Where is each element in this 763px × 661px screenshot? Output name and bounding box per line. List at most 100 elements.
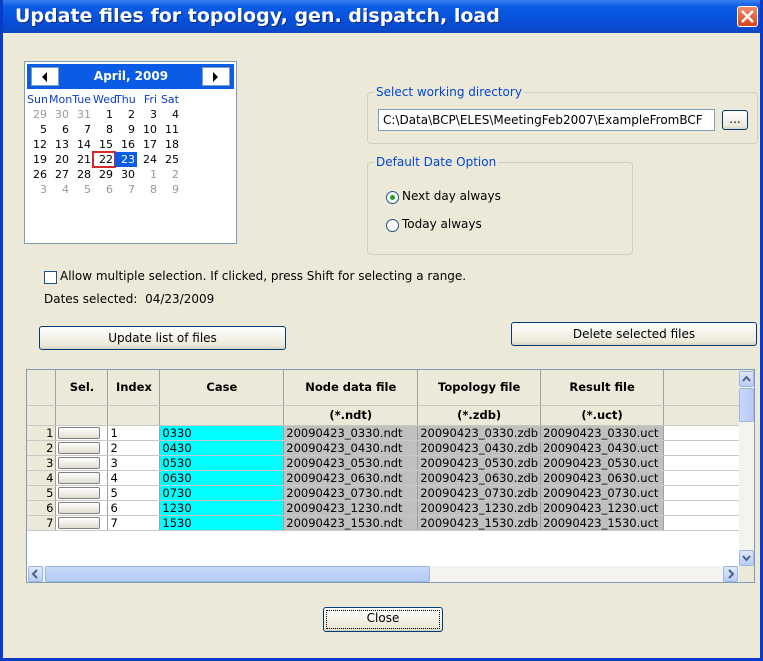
calendar-day[interactable]: 16 — [115, 137, 137, 152]
delete-selected-files-button[interactable]: Delete selected files — [511, 322, 757, 346]
index-cell[interactable]: 2 — [107, 440, 161, 456]
select-cell[interactable] — [55, 515, 109, 531]
row-select-button[interactable] — [58, 516, 101, 529]
table-row[interactable]: 2 2 0430 20090423_0430.ndt 20090423_0430.zdb… — [27, 440, 754, 456]
browse-directory-button[interactable]: ... — [722, 110, 748, 130]
node-data-file-cell[interactable]: 20090423_1230.ndt — [283, 500, 419, 516]
table-row[interactable]: 6 6 1230 20090423_1230.ndt 20090423_1230.zdb… — [27, 500, 754, 516]
scroll-right-button[interactable] — [723, 566, 738, 582]
result-file-cell[interactable]: 20090423_0530.uct — [540, 455, 665, 471]
scroll-up-button[interactable] — [739, 371, 754, 387]
table-row[interactable]: 5 5 0730 20090423_0730.ndt 20090423_0730.zdb… — [27, 485, 754, 501]
calendar-day[interactable]: 2 — [159, 167, 181, 182]
calendar-day[interactable]: 9 — [115, 122, 137, 137]
calendar-day[interactable]: 4 — [49, 182, 71, 197]
update-list-button[interactable]: Update list of files — [39, 326, 286, 350]
calendar-day[interactable]: 6 — [93, 182, 115, 197]
row-select-button[interactable] — [58, 456, 101, 469]
calendar-day[interactable]: 7 — [115, 182, 137, 197]
column-header[interactable]: Result file — [540, 370, 665, 406]
result-file-cell[interactable]: 20090423_0330.uct — [540, 425, 665, 441]
row-select-button[interactable] — [58, 426, 101, 439]
topology-file-cell[interactable]: 20090423_0530.zdb — [417, 455, 542, 471]
files-grid[interactable]: Sel. Index Case Node data file Topology file… — [26, 369, 755, 583]
calendar-day[interactable]: 18 — [159, 137, 181, 152]
topology-file-cell[interactable]: 20090423_0430.zdb — [417, 440, 542, 456]
close-button[interactable]: Close — [323, 607, 443, 632]
index-cell[interactable]: 1 — [107, 425, 161, 441]
calendar-day[interactable]: 9 — [159, 182, 181, 197]
result-file-cell[interactable]: 20090423_1530.uct — [540, 515, 665, 531]
row-header[interactable]: 3 — [27, 455, 57, 471]
calendar-day[interactable]: 26 — [27, 167, 49, 182]
column-header[interactable]: Node data file — [283, 370, 419, 406]
allow-multiple-selection-label[interactable]: Allow multiple selection. If clicked, pr… — [60, 269, 466, 283]
radio-today-always[interactable] — [386, 219, 399, 232]
calendar-day[interactable]: 15 — [93, 137, 115, 152]
calendar-day[interactable]: 30 — [49, 107, 71, 122]
node-data-file-cell[interactable]: 20090423_1530.ndt — [283, 515, 419, 531]
table-row[interactable]: 1 1 0330 20090423_0330.ndt 20090423_0330.zdb… — [27, 425, 754, 441]
row-select-button[interactable] — [58, 501, 101, 514]
topology-file-cell[interactable]: 20090423_0630.zdb — [417, 470, 542, 486]
calendar-day[interactable]: 17 — [137, 137, 159, 152]
index-cell[interactable]: 6 — [107, 500, 161, 516]
calendar-next-month-button[interactable] — [202, 67, 230, 86]
case-cell[interactable]: 0730 — [159, 485, 285, 501]
working-directory-input[interactable]: C:\Data\BCP\ELES\MeetingFeb2007\ExampleF… — [378, 109, 715, 131]
calendar-day[interactable]: 12 — [27, 137, 49, 152]
calendar-day[interactable]: 21 — [71, 152, 93, 167]
calendar-day[interactable]: 24 — [137, 152, 159, 167]
row-select-button[interactable] — [58, 486, 101, 499]
row-header[interactable]: 1 — [27, 425, 57, 441]
vertical-scrollbar[interactable] — [739, 371, 754, 566]
calendar-day[interactable]: 3 — [137, 107, 159, 122]
calendar-day[interactable]: 4 — [159, 107, 181, 122]
calendar-day[interactable]: 6 — [49, 122, 71, 137]
calendar-day[interactable]: 28 — [71, 167, 93, 182]
calendar-day[interactable]: 19 — [27, 152, 49, 167]
node-data-file-cell[interactable]: 20090423_0730.ndt — [283, 485, 419, 501]
node-data-file-cell[interactable]: 20090423_0530.ndt — [283, 455, 419, 471]
case-cell[interactable]: 0630 — [159, 470, 285, 486]
radio-next-day-label[interactable]: Next day always — [402, 189, 501, 203]
result-file-cell[interactable]: 20090423_0730.uct — [540, 485, 665, 501]
case-cell[interactable]: 0330 — [159, 425, 285, 441]
select-cell[interactable] — [55, 440, 109, 456]
select-cell[interactable] — [55, 455, 109, 471]
horizontal-scrollbar[interactable] — [28, 566, 739, 582]
radio-today-label[interactable]: Today always — [402, 217, 482, 231]
calendar-prev-month-button[interactable] — [31, 67, 59, 86]
index-cell[interactable]: 5 — [107, 485, 161, 501]
calendar-day[interactable]: 22 — [92, 151, 116, 168]
select-cell[interactable] — [55, 500, 109, 516]
calendar-day[interactable]: 3 — [27, 182, 49, 197]
table-row[interactable]: 4 4 0630 20090423_0630.ndt 20090423_0630.zdb… — [27, 470, 754, 486]
node-data-file-cell[interactable]: 20090423_0630.ndt — [283, 470, 419, 486]
index-cell[interactable]: 3 — [107, 455, 161, 471]
calendar-day[interactable]: 14 — [71, 137, 93, 152]
index-cell[interactable]: 7 — [107, 515, 161, 531]
case-cell[interactable]: 0530 — [159, 455, 285, 471]
row-header[interactable]: 5 — [27, 485, 57, 501]
calendar-day[interactable]: 30 — [115, 167, 137, 182]
calendar-day[interactable]: 5 — [71, 182, 93, 197]
calendar-day[interactable]: 23 — [115, 152, 137, 167]
index-cell[interactable]: 4 — [107, 470, 161, 486]
node-data-file-cell[interactable]: 20090423_0330.ndt — [283, 425, 419, 441]
calendar-day[interactable]: 2 — [115, 107, 137, 122]
calendar-day[interactable]: 29 — [27, 107, 49, 122]
row-header[interactable]: 2 — [27, 440, 57, 456]
calendar-day[interactable]: 27 — [49, 167, 71, 182]
row-select-button[interactable] — [58, 441, 101, 454]
calendar-day[interactable]: 11 — [159, 122, 181, 137]
topology-file-cell[interactable]: 20090423_0330.zdb — [417, 425, 542, 441]
scroll-left-button[interactable] — [28, 566, 43, 582]
vertical-scroll-thumb[interactable] — [739, 388, 754, 422]
scroll-down-button[interactable] — [739, 550, 754, 566]
month-calendar[interactable]: April, 2009 Sun Mon Tue Wed Thu Fri Sat 29 30 31 1… — [24, 61, 237, 244]
select-cell[interactable] — [55, 425, 109, 441]
result-file-cell[interactable]: 20090423_0630.uct — [540, 470, 665, 486]
radio-next-day-always[interactable] — [386, 191, 399, 204]
row-select-button[interactable] — [58, 471, 101, 484]
